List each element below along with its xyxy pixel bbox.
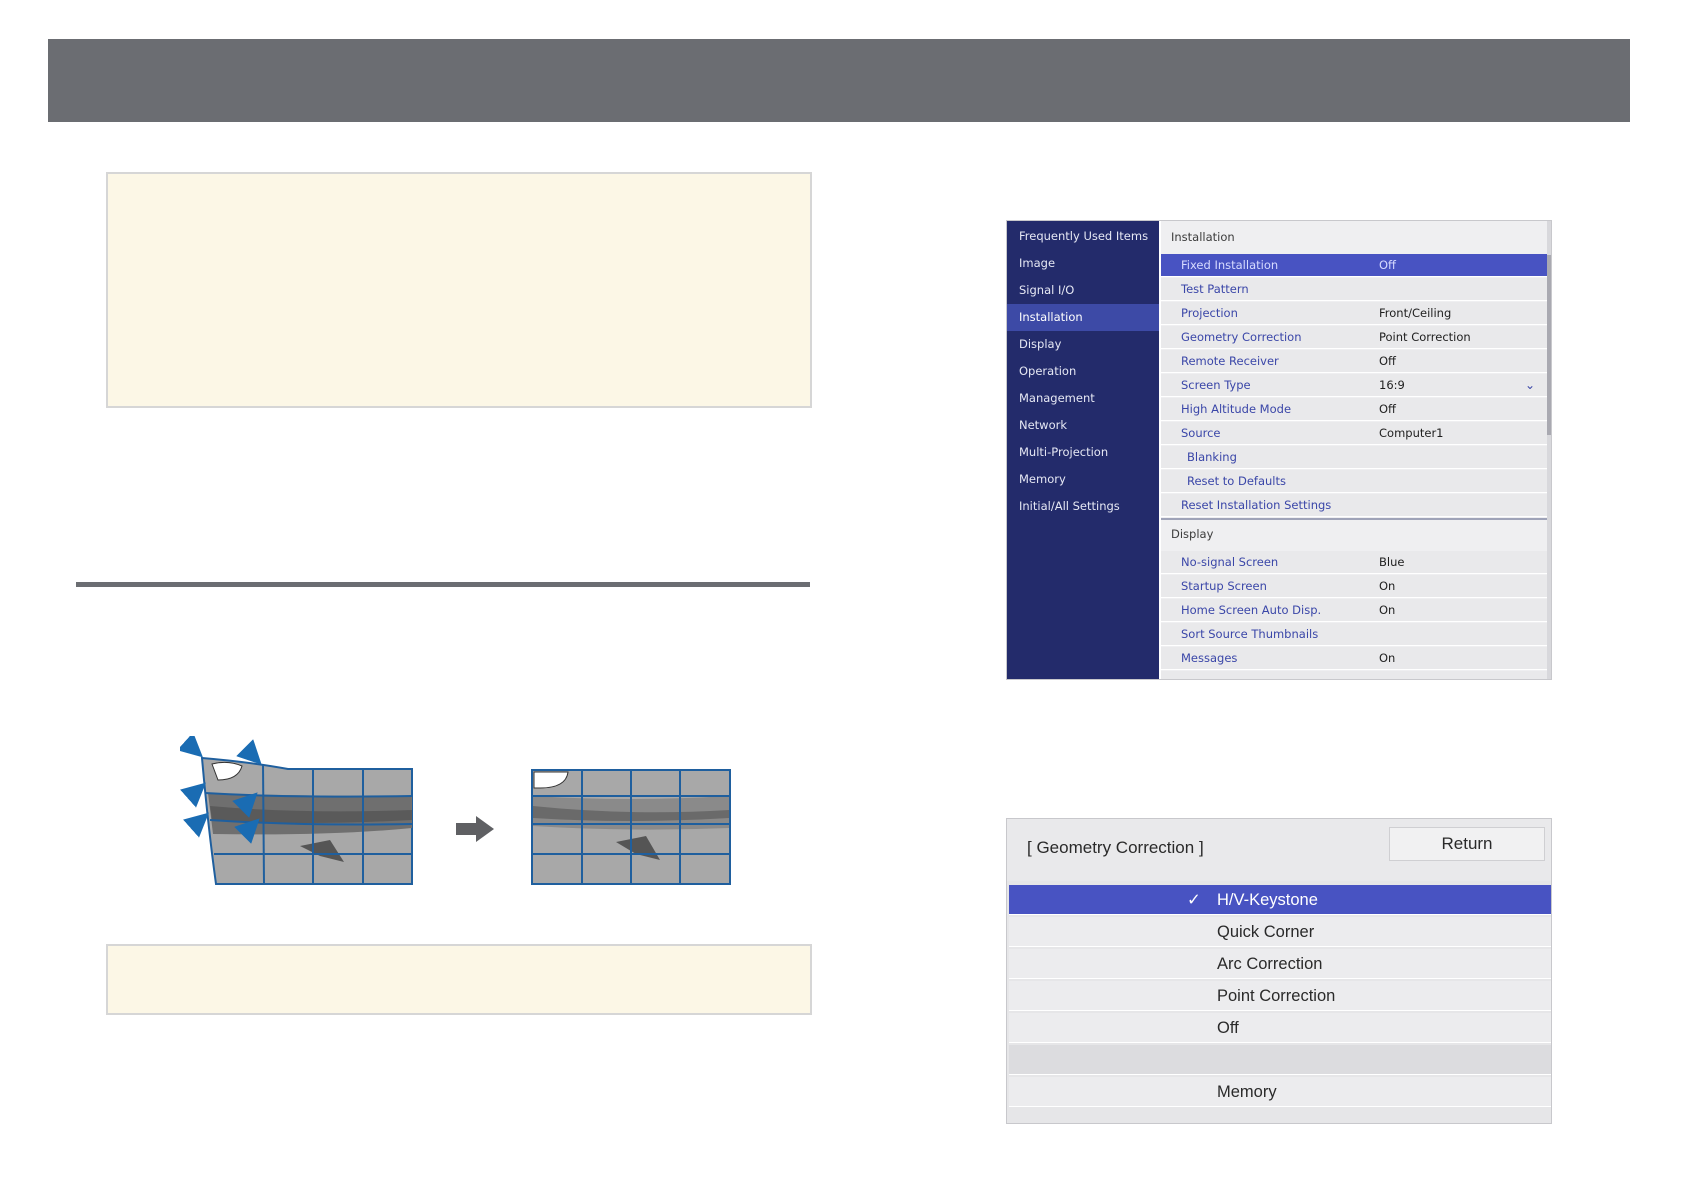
note-box-bottom	[106, 944, 812, 1015]
row-remote-receiver[interactable]: Remote Receiver Off	[1161, 350, 1549, 373]
row-label: Blanking	[1187, 450, 1237, 464]
page-header-bar	[48, 39, 1630, 122]
dialog-title: [ Geometry Correction ]	[1027, 838, 1204, 857]
row-label: Source	[1181, 426, 1221, 440]
row-value: Front/Ceiling	[1379, 306, 1452, 320]
right-arrow-icon	[456, 816, 494, 842]
row-home-screen-auto-disp[interactable]: Home Screen Auto Disp. On	[1161, 599, 1549, 622]
row-startup-screen[interactable]: Startup Screen On	[1161, 575, 1549, 598]
option-hv-keystone[interactable]: ✓ H/V-Keystone	[1009, 885, 1551, 915]
row-value: Point Correction	[1379, 330, 1471, 344]
chevron-down-icon[interactable]: ⌄	[1525, 374, 1535, 397]
row-reset-to-defaults[interactable]: Reset to Defaults	[1161, 470, 1549, 493]
row-label: High Altitude Mode	[1181, 402, 1292, 416]
option-label: H/V-Keystone	[1217, 891, 1318, 909]
section-divider	[76, 582, 810, 587]
sidebar-item-image[interactable]: Image	[1007, 250, 1159, 277]
checkmark-icon: ✓	[1187, 891, 1201, 909]
section-heading-display: Display	[1171, 527, 1214, 541]
row-blanking[interactable]: Blanking	[1161, 446, 1549, 469]
row-label: Messages	[1181, 651, 1238, 665]
option-label: Memory	[1217, 1083, 1277, 1101]
option-label: Point Correction	[1217, 987, 1336, 1005]
row-label: Test Pattern	[1181, 282, 1249, 296]
sidebar-item-initial-all-settings[interactable]: Initial/All Settings	[1007, 493, 1159, 520]
installation-menu-screenshot: Frequently Used Items Image Signal I/O I…	[1006, 220, 1552, 680]
row-value: 16:9	[1379, 378, 1405, 392]
row-value: Off	[1379, 258, 1396, 272]
sidebar-item-multi-projection[interactable]: Multi-Projection	[1007, 439, 1159, 466]
option-label: Quick Corner	[1217, 923, 1315, 941]
row-value: Off	[1379, 402, 1396, 416]
distorted-image	[200, 756, 413, 885]
row-label: Projection	[1181, 306, 1238, 320]
row-sort-source-thumbnails[interactable]: Sort Source Thumbnails	[1161, 623, 1549, 646]
menu-settings-panel: Installation Fixed Installation Off Test…	[1161, 221, 1549, 679]
row-source[interactable]: Source Computer1	[1161, 422, 1549, 445]
row-value: On	[1379, 603, 1396, 617]
sidebar-item-signal-io[interactable]: Signal I/O	[1007, 277, 1159, 304]
corrected-image	[531, 769, 731, 885]
option-label: Arc Correction	[1217, 955, 1323, 973]
option-quick-corner[interactable]: Quick Corner	[1009, 917, 1551, 947]
row-geometry-correction[interactable]: Geometry Correction Point Correction	[1161, 326, 1549, 349]
sidebar-item-memory[interactable]: Memory	[1007, 466, 1159, 493]
option-point-correction[interactable]: Point Correction	[1009, 981, 1551, 1011]
sidebar-item-display[interactable]: Display	[1007, 331, 1159, 358]
row-fixed-installation[interactable]: Fixed Installation Off	[1161, 254, 1549, 277]
option-memory[interactable]: Memory	[1009, 1077, 1551, 1107]
row-value: Computer1	[1379, 426, 1444, 440]
row-high-altitude-mode[interactable]: High Altitude Mode Off	[1161, 398, 1549, 421]
scrollbar[interactable]	[1547, 221, 1551, 679]
sidebar-item-frequently-used[interactable]: Frequently Used Items	[1007, 223, 1159, 250]
row-messages[interactable]: Messages On	[1161, 647, 1549, 670]
row-test-pattern[interactable]: Test Pattern	[1161, 278, 1549, 301]
point-correction-illustration	[180, 736, 731, 885]
row-label: Geometry Correction	[1181, 330, 1302, 344]
sidebar-item-operation[interactable]: Operation	[1007, 358, 1159, 385]
row-value: Blue	[1379, 555, 1405, 569]
row-projection[interactable]: Projection Front/Ceiling	[1161, 302, 1549, 325]
row-label: No-signal Screen	[1181, 555, 1279, 569]
dialog-header: [ Geometry Correction ] Return	[1007, 819, 1551, 881]
row-reset-installation-settings[interactable]: Reset Installation Settings	[1161, 494, 1549, 517]
row-value: On	[1379, 579, 1396, 593]
sidebar-item-network[interactable]: Network	[1007, 412, 1159, 439]
row-screen-type[interactable]: Screen Type 16:9 ⌄	[1161, 374, 1549, 397]
option-off[interactable]: Off	[1009, 1013, 1551, 1043]
row-label: Fixed Installation	[1181, 258, 1279, 272]
section-separator	[1161, 518, 1549, 520]
option-arc-correction[interactable]: Arc Correction	[1009, 949, 1551, 979]
row-label: Home Screen Auto Disp.	[1181, 603, 1322, 617]
row-value: On	[1379, 651, 1396, 665]
row-label: Screen Type	[1181, 378, 1251, 392]
option-label: Off	[1217, 1019, 1239, 1037]
scrollbar-thumb[interactable]	[1547, 255, 1551, 435]
section-heading-installation: Installation	[1171, 230, 1235, 244]
row-label: Remote Receiver	[1181, 354, 1279, 368]
return-button[interactable]: Return	[1389, 827, 1545, 861]
row-label: Reset Installation Settings	[1181, 498, 1332, 512]
row-label: Reset to Defaults	[1187, 474, 1286, 488]
menu-sidebar: Frequently Used Items Image Signal I/O I…	[1007, 221, 1159, 679]
row-cut-off	[1161, 671, 1549, 679]
geometry-correction-dialog: [ Geometry Correction ] Return ✓ H/V-Key…	[1006, 818, 1552, 1124]
sidebar-item-installation[interactable]: Installation	[1007, 304, 1159, 331]
row-label: Sort Source Thumbnails	[1181, 627, 1319, 641]
sidebar-item-management[interactable]: Management	[1007, 385, 1159, 412]
row-label: Startup Screen	[1181, 579, 1267, 593]
row-no-signal-screen[interactable]: No-signal Screen Blue	[1161, 551, 1549, 574]
row-value: Off	[1379, 354, 1396, 368]
option-blank	[1009, 1045, 1551, 1075]
note-box	[106, 172, 812, 408]
